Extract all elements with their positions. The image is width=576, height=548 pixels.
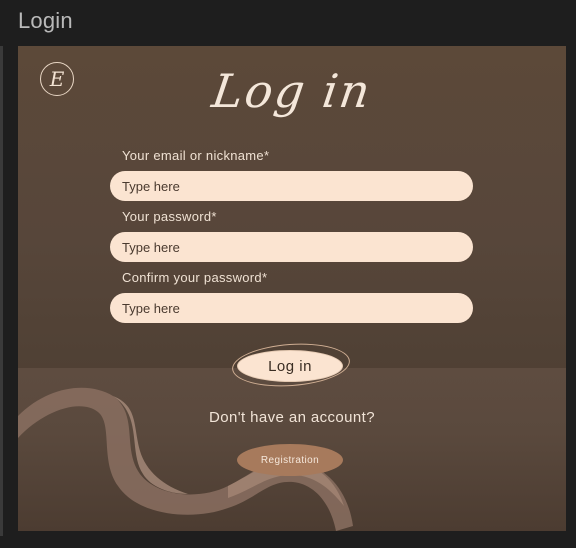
email-label: Your email or nickname* — [122, 148, 270, 163]
password-label: Your password* — [122, 209, 217, 224]
login-button[interactable]: Log in — [237, 350, 343, 382]
email-field[interactable] — [110, 171, 473, 201]
adjacent-panel-edge — [0, 46, 3, 536]
confirm-password-field[interactable] — [110, 293, 473, 323]
password-field[interactable] — [110, 232, 473, 262]
registration-button[interactable]: Registration — [237, 444, 343, 476]
login-screen: E Log in Your email or nickname* Your pa… — [18, 46, 566, 531]
ribbon-decoration — [18, 387, 353, 531]
page-title: Log in — [208, 64, 376, 118]
window-title: Login — [18, 8, 73, 33]
confirm-password-label: Confirm your password* — [122, 270, 268, 285]
no-account-prompt: Don't have an account? — [209, 409, 375, 426]
